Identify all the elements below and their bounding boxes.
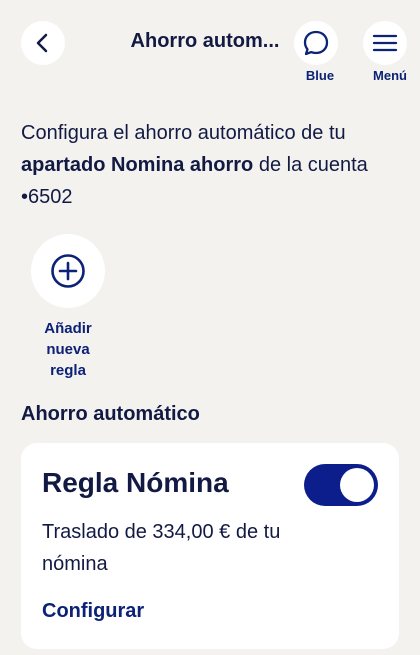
configure-link[interactable]: Configurar bbox=[42, 600, 144, 623]
blue-chat-button[interactable] bbox=[294, 21, 338, 65]
intro-text: Configura el ahorro automático de tu apa… bbox=[21, 117, 401, 213]
section-title: Ahorro automático bbox=[21, 403, 200, 425]
menu-label: Menú bbox=[373, 68, 407, 83]
rule-description: Traslado de 334,00 € de tu nómina bbox=[42, 521, 281, 575]
plus-circle-icon bbox=[51, 254, 85, 288]
add-rule-button[interactable] bbox=[31, 234, 105, 308]
back-chevron-icon bbox=[36, 33, 48, 53]
add-rule-label[interactable]: Añadir nueva regla bbox=[28, 318, 108, 381]
toggle-knob bbox=[340, 468, 374, 502]
intro-text-part1: Configura el ahorro automático de tu bbox=[21, 122, 346, 144]
add-rule-label-line2: nueva bbox=[46, 341, 90, 358]
intro-text-bold: apartado Nomina ahorro bbox=[21, 154, 254, 176]
add-rule-label-line3: regla bbox=[50, 362, 86, 379]
rule-name: Regla Nómina bbox=[42, 467, 229, 498]
account-number: •6502 bbox=[21, 186, 73, 208]
add-rule-label-line1: Añadir bbox=[44, 320, 92, 337]
blue-label: Blue bbox=[305, 68, 335, 83]
page-title: Ahorro autom... bbox=[130, 30, 280, 52]
intro-text-part2: de la cuenta bbox=[253, 154, 368, 176]
rule-card: Regla Nómina Traslado de 334,00 € de tu … bbox=[21, 443, 399, 649]
rule-toggle[interactable] bbox=[304, 464, 378, 506]
back-button[interactable] bbox=[21, 21, 65, 65]
menu-button[interactable] bbox=[363, 21, 407, 65]
chat-bubble-icon bbox=[303, 30, 329, 56]
hamburger-menu-icon bbox=[372, 34, 398, 52]
